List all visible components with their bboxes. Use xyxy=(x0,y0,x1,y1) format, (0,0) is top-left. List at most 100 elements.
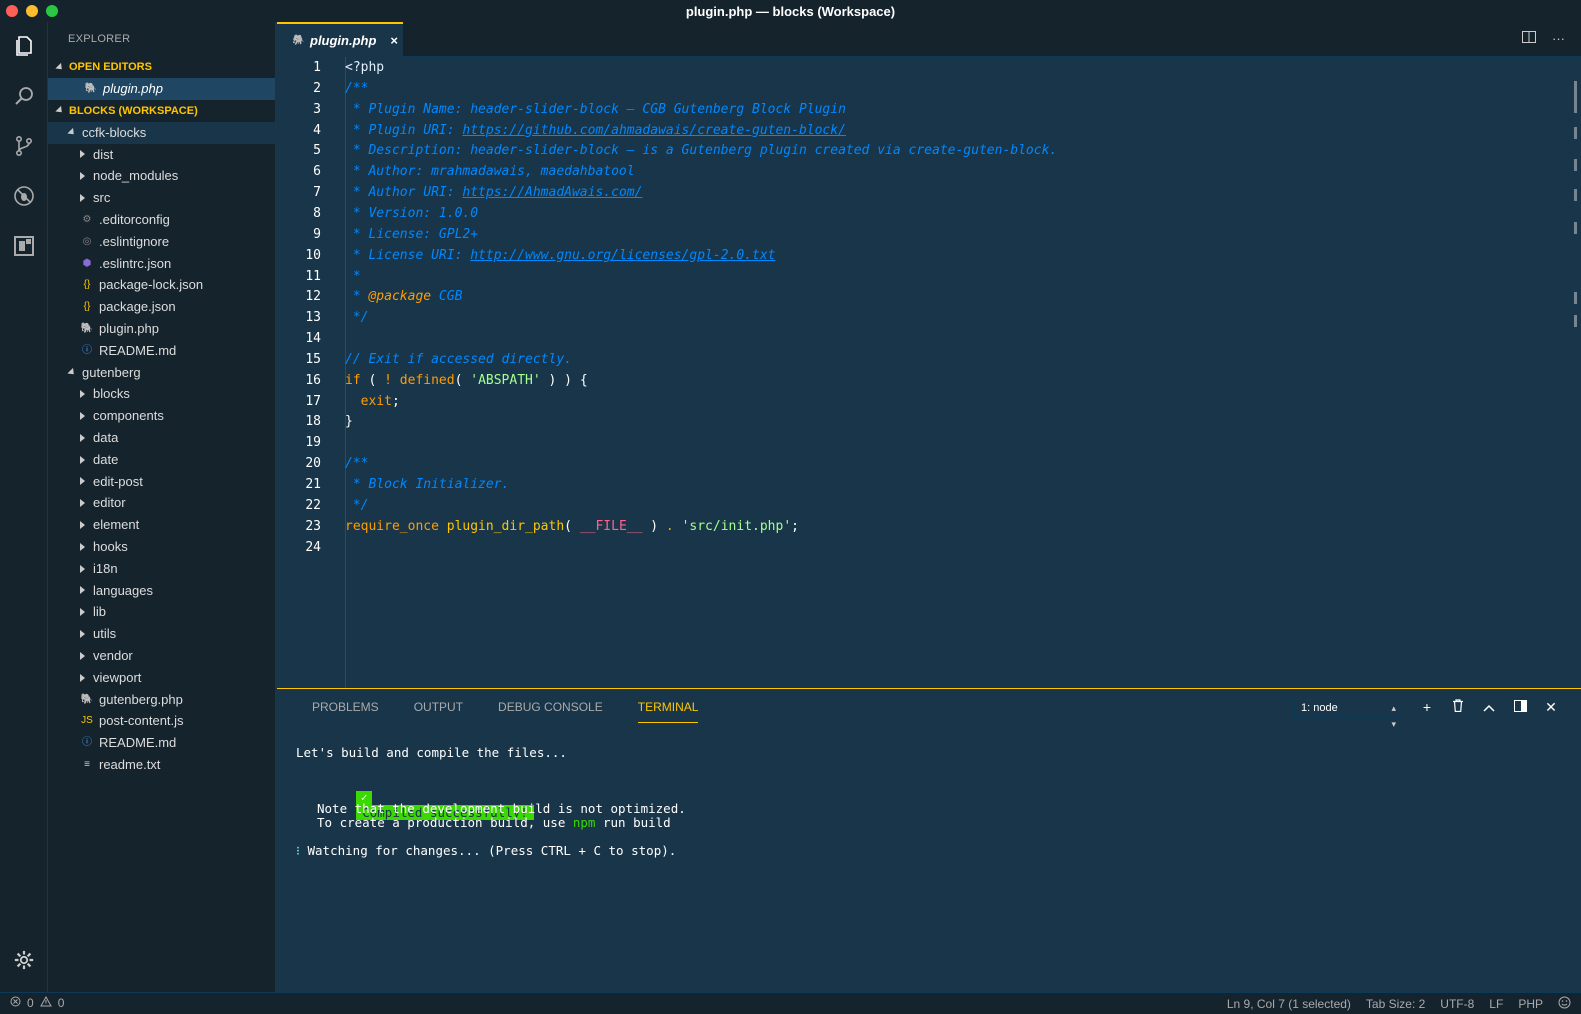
folder-item[interactable]: date xyxy=(48,449,275,471)
folder-item[interactable]: utils xyxy=(48,623,275,645)
explorer-icon[interactable] xyxy=(12,34,36,58)
folder-item[interactable]: src xyxy=(48,187,275,209)
folder-gutenberg[interactable]: gutenberg xyxy=(48,362,275,384)
tab-problems[interactable]: PROBLEMS xyxy=(312,699,379,723)
activity-bar xyxy=(0,22,48,992)
problems-status[interactable]: 0 0 xyxy=(10,995,64,1010)
gear-icon: ⚙ xyxy=(82,213,92,225)
explorer-sidebar: EXPLORER OPEN EDITORS 🐘 plugin.php BLOCK… xyxy=(48,22,276,992)
extensions-icon[interactable] xyxy=(12,234,36,258)
debug-icon[interactable] xyxy=(12,184,36,208)
file-item[interactable]: JS post-content.js xyxy=(48,710,275,732)
chevron-right-icon xyxy=(80,499,85,508)
tab-terminal[interactable]: TERMINAL xyxy=(637,699,699,723)
settings-gear-icon[interactable] xyxy=(12,948,36,972)
folder-item[interactable]: editor xyxy=(48,492,275,514)
open-editor-item[interactable]: 🐘 plugin.php xyxy=(48,78,275,100)
code-token: * Version: 1.0.0 xyxy=(345,205,479,221)
window-close-button[interactable] xyxy=(6,5,18,17)
code-editor[interactable]: 1 2 3 4 5 6 7 8 9 10 11 12 13 14 15 16 17 18 19 20 21 22 23 24 … xyxy=(277,57,1581,688)
scrollbar-marker xyxy=(1574,222,1577,234)
file-item[interactable]: {} package.json xyxy=(48,296,275,318)
php-elephant-icon: 🐘 xyxy=(80,322,94,334)
error-icon xyxy=(10,996,21,1010)
folder-item[interactable]: data xyxy=(48,427,275,449)
chevron-right-icon xyxy=(80,477,85,486)
scrollbar-marker xyxy=(1574,81,1577,113)
folder-item[interactable]: edit-post xyxy=(48,471,275,493)
feedback-smiley-icon[interactable] xyxy=(1558,996,1571,1012)
split-editor-icon[interactable] xyxy=(1522,31,1536,46)
traffic-lights xyxy=(6,5,58,17)
folder-item[interactable]: dist xyxy=(48,144,275,166)
file-item[interactable]: ⬢ .eslintrc.json xyxy=(48,253,275,275)
file-item[interactable]: ⓘ README.md xyxy=(48,340,275,362)
line-number-gutter: 1 2 3 4 5 6 7 8 9 10 11 12 13 14 15 16 17 18 19 20 21 22 23 24 xyxy=(277,57,345,688)
folder-item[interactable]: i18n xyxy=(48,558,275,580)
file-item[interactable]: ≡ readme.txt xyxy=(48,754,275,776)
chevron-right-icon xyxy=(80,521,85,530)
file-item[interactable]: ⓘ README.md xyxy=(48,732,275,754)
folder-item[interactable]: vendor xyxy=(48,645,275,667)
encoding[interactable]: UTF-8 xyxy=(1440,997,1474,1011)
file-item[interactable]: ⚙ .editorconfig xyxy=(48,209,275,231)
language-mode[interactable]: PHP xyxy=(1518,997,1543,1011)
terminal-select[interactable]: 1: node ▴ ▾ xyxy=(1294,699,1402,729)
tab-output[interactable]: OUTPUT xyxy=(414,699,463,723)
code-token: CGB xyxy=(431,289,463,305)
chevron-down-icon xyxy=(67,128,77,138)
search-icon[interactable] xyxy=(12,84,36,108)
line-number: 11 xyxy=(305,268,321,284)
line-number: 8 xyxy=(313,205,321,221)
chevron-right-icon xyxy=(80,412,85,421)
chevron-right-icon xyxy=(80,586,85,595)
file-item[interactable]: ◎ .eslintignore xyxy=(48,231,275,253)
trash-icon[interactable] xyxy=(1450,699,1466,716)
file-item[interactable]: 🐘 plugin.php xyxy=(48,318,275,340)
folder-item[interactable]: components xyxy=(48,405,275,427)
tab-plugin-php[interactable]: 🐘 plugin.php × xyxy=(277,22,403,57)
code-token[interactable]: https://github.com/ahmadawais/create-gut… xyxy=(462,123,846,138)
folder-item[interactable]: hooks xyxy=(48,536,275,558)
source-control-icon[interactable] xyxy=(12,134,36,158)
window-minimize-button[interactable] xyxy=(26,5,38,17)
code-token: ! xyxy=(384,372,392,388)
chevron-up-icon[interactable] xyxy=(1481,699,1497,716)
folder-item[interactable]: languages xyxy=(48,580,275,602)
folder-item[interactable]: element xyxy=(48,514,275,536)
line-number: 21 xyxy=(305,477,321,492)
new-terminal-icon[interactable]: + xyxy=(1419,699,1435,716)
tab-debug-console[interactable]: DEBUG CONSOLE xyxy=(498,699,603,723)
close-panel-icon[interactable]: ✕ xyxy=(1543,699,1559,716)
folder-item[interactable]: viewport xyxy=(48,667,275,689)
close-icon[interactable]: × xyxy=(390,33,398,48)
status-bar: 0 0 Ln 9, Col 7 (1 selected) Tab Size: 2… xyxy=(0,992,1581,1014)
code-token: 'ABSPATH' xyxy=(470,372,541,388)
folder-ccfk-blocks[interactable]: ccfk-blocks xyxy=(48,121,275,144)
cursor-position[interactable]: Ln 9, Col 7 (1 selected) xyxy=(1227,997,1351,1011)
folder-item[interactable]: node_modules xyxy=(48,165,275,187)
code-token: ) ) { xyxy=(540,372,588,388)
end-of-line[interactable]: LF xyxy=(1489,997,1503,1011)
code-token[interactable]: https://AhmadAwais.com/ xyxy=(462,185,642,200)
tab-size[interactable]: Tab Size: 2 xyxy=(1366,997,1425,1011)
folder-item[interactable]: blocks xyxy=(48,383,275,405)
explorer-title: EXPLORER xyxy=(68,33,131,45)
code-token[interactable]: http://www.gnu.org/licenses/gpl-2.0.txt xyxy=(470,248,775,263)
code-token: /** xyxy=(345,456,369,472)
more-actions-icon[interactable]: ··· xyxy=(1552,31,1565,46)
file-item[interactable]: 🐘 gutenberg.php xyxy=(48,689,275,711)
line-number: 10 xyxy=(305,247,321,263)
folder-item[interactable]: lib xyxy=(48,601,275,623)
open-editors-header[interactable]: OPEN EDITORS xyxy=(48,56,275,78)
code-line: * Author URI: https://AhmadAwais.com/ xyxy=(345,182,643,203)
workspace-header[interactable]: BLOCKS (WORKSPACE) xyxy=(48,100,275,122)
file-item[interactable]: {} package-lock.json xyxy=(48,274,275,296)
editor-tab-bar: 🐘 plugin.php × ··· xyxy=(277,22,1581,57)
toggle-panel-layout-icon[interactable] xyxy=(1512,699,1528,716)
code-token: ; xyxy=(391,393,400,409)
code-line: * Author: mrahmadawais, maedahbatool xyxy=(345,161,635,182)
code-token: * xyxy=(345,289,369,305)
code-line: * Description: header-slider-block — is … xyxy=(345,140,1057,161)
window-maximize-button[interactable] xyxy=(46,5,58,17)
